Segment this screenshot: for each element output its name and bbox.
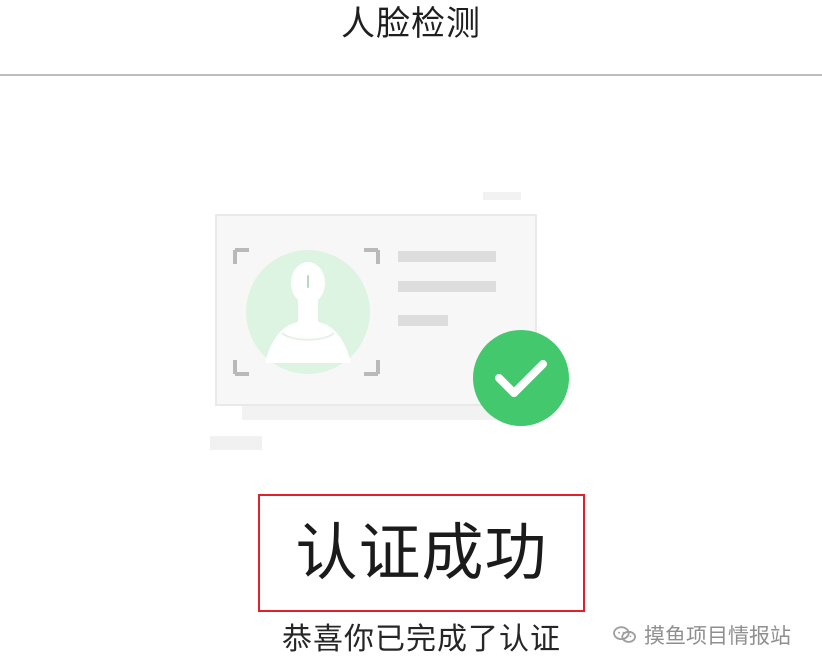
watermark: 摸鱼项目情报站 (612, 620, 812, 650)
page-title: 人脸检测 (341, 4, 481, 44)
wechat-logo-icon (613, 626, 636, 643)
verification-success-title: 认证成功 (295, 516, 548, 589)
watermark-text: 摸鱼项目情报站 (644, 624, 791, 648)
verification-card-illustration (210, 192, 569, 450)
header-divider (0, 74, 822, 76)
verification-success-message: 恭喜你已完成了认证 (282, 622, 561, 657)
check-circle-icon (473, 330, 569, 426)
avatar-icon (246, 250, 370, 374)
